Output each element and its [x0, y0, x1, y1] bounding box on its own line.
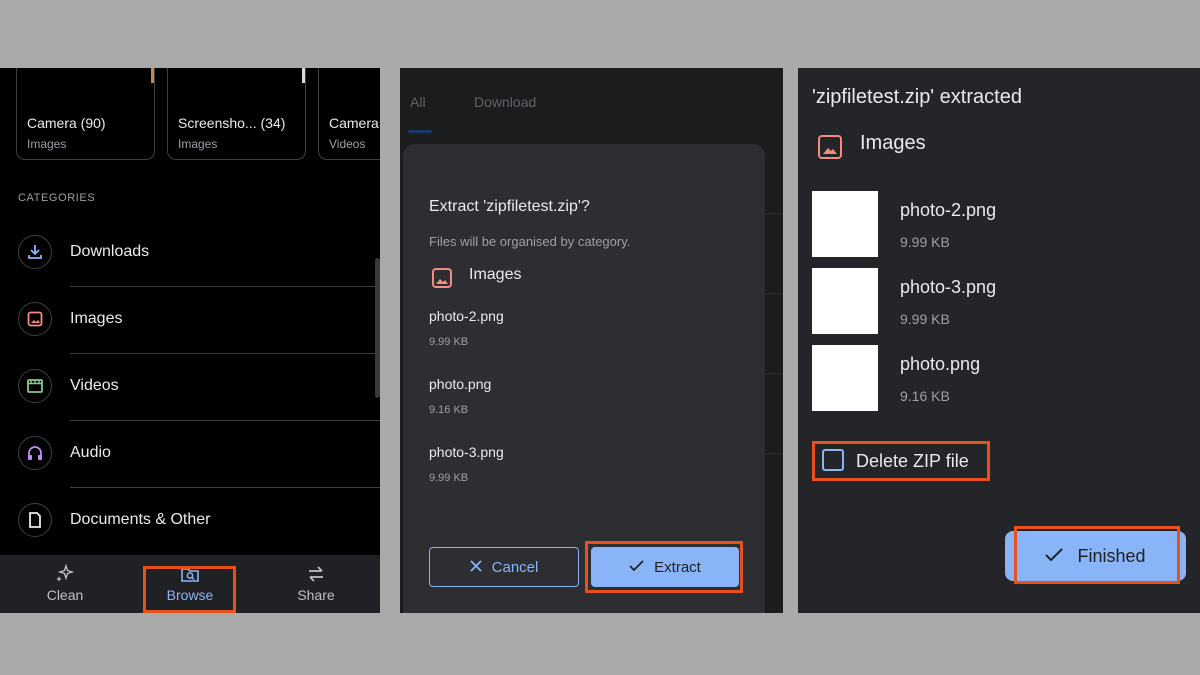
image-icon	[18, 302, 52, 336]
category-heading: Images	[860, 132, 926, 154]
file-name: photo.png	[429, 376, 492, 392]
file-size: 9.99 KB	[900, 234, 950, 250]
extract-dialog: Extract 'zipfiletest.zip'? Files will be…	[403, 144, 765, 613]
browse-screen: Camera (90) Images Screensho... (34) Ima…	[0, 68, 380, 613]
check-icon	[629, 559, 644, 576]
delete-zip-checkbox[interactable]	[822, 449, 844, 471]
nav-share[interactable]: Share	[271, 563, 361, 603]
document-icon	[18, 503, 52, 537]
divider	[765, 453, 783, 454]
folder-type: Images	[178, 137, 218, 151]
category-downloads[interactable]: Downloads	[0, 220, 380, 286]
image-icon	[432, 268, 452, 288]
category-label: Audio	[70, 444, 111, 461]
divider	[765, 293, 783, 294]
file-size: 9.99 KB	[429, 336, 469, 348]
folder-name: Camera (90)	[27, 115, 106, 131]
file-thumbnail	[812, 191, 878, 257]
dialog-category: Images	[469, 266, 522, 283]
nav-label: Clean	[46, 587, 84, 603]
extract-button[interactable]: Extract	[591, 547, 739, 587]
file-size: 9.99 KB	[900, 311, 950, 327]
check-icon	[1045, 546, 1064, 567]
nav-label: Share	[297, 587, 335, 603]
close-icon	[470, 559, 482, 576]
image-icon	[818, 135, 842, 159]
file-name[interactable]: photo-3.png	[900, 277, 996, 298]
cancel-label: Cancel	[491, 558, 539, 576]
category-documents[interactable]: Documents & Other	[0, 488, 380, 554]
delete-zip-label[interactable]: Delete ZIP file	[856, 451, 969, 472]
file-name: photo-3.png	[429, 444, 504, 460]
categories-heading: CATEGORIES	[18, 192, 96, 204]
folder-card-camera-videos[interactable]: Camera Videos	[318, 68, 380, 160]
tab-all[interactable]: All	[410, 94, 426, 110]
finished-label: Finished	[1077, 545, 1146, 566]
file-thumbnail	[812, 345, 878, 411]
divider	[765, 213, 783, 214]
tab-download[interactable]: Download	[474, 94, 536, 110]
category-images[interactable]: Images	[0, 287, 380, 353]
dialog-subtitle: Files will be organised by category.	[429, 234, 631, 249]
video-icon	[18, 369, 52, 403]
file-thumbnail	[812, 268, 878, 334]
category-label: Images	[70, 310, 123, 327]
folder-name: Screensho... (34)	[178, 115, 286, 131]
category-videos[interactable]: Videos	[0, 354, 380, 420]
cancel-button[interactable]: Cancel	[429, 547, 579, 587]
swap-icon	[271, 563, 361, 585]
nav-label: Browse	[166, 587, 214, 603]
file-name: photo-2.png	[429, 308, 504, 324]
nav-clean[interactable]: Clean	[20, 563, 110, 603]
page-title: 'zipfiletest.zip' extracted	[812, 86, 1022, 108]
file-size: 9.16 KB	[429, 404, 469, 416]
download-icon	[18, 235, 52, 269]
folder-type: Images	[27, 137, 67, 151]
headphones-icon	[18, 436, 52, 470]
folder-name: Camera	[329, 115, 379, 131]
dialog-title: Extract 'zipfiletest.zip'?	[429, 198, 590, 215]
folder-card-camera-images[interactable]: Camera (90) Images	[16, 68, 155, 160]
category-label: Downloads	[70, 243, 150, 260]
scrollbar[interactable]	[375, 258, 380, 398]
sparkle-icon	[20, 563, 110, 585]
category-label: Videos	[70, 377, 119, 394]
finished-button[interactable]: Finished	[1005, 531, 1186, 581]
browse-icon	[145, 563, 235, 585]
folder-thumbnail	[151, 68, 154, 83]
tab-indicator	[408, 130, 432, 133]
extract-screen: All Download Extract 'zipfiletest.zip'? …	[400, 68, 783, 613]
folder-card-screenshots[interactable]: Screensho... (34) Images	[167, 68, 306, 160]
nav-browse[interactable]: Browse	[145, 563, 235, 603]
file-size: 9.16 KB	[900, 388, 950, 404]
bottom-navigation: Clean Browse Share	[0, 555, 380, 613]
divider	[765, 373, 783, 374]
folder-type: Videos	[329, 137, 366, 151]
extracted-screen: 'zipfiletest.zip' extracted Images photo…	[798, 68, 1200, 613]
file-name[interactable]: photo.png	[900, 354, 980, 375]
extract-label: Extract	[654, 558, 701, 576]
category-label: Documents & Other	[70, 511, 211, 528]
file-size: 9.99 KB	[429, 472, 469, 484]
file-name[interactable]: photo-2.png	[900, 200, 996, 221]
category-audio[interactable]: Audio	[0, 421, 380, 487]
folder-thumbnail	[302, 68, 305, 83]
